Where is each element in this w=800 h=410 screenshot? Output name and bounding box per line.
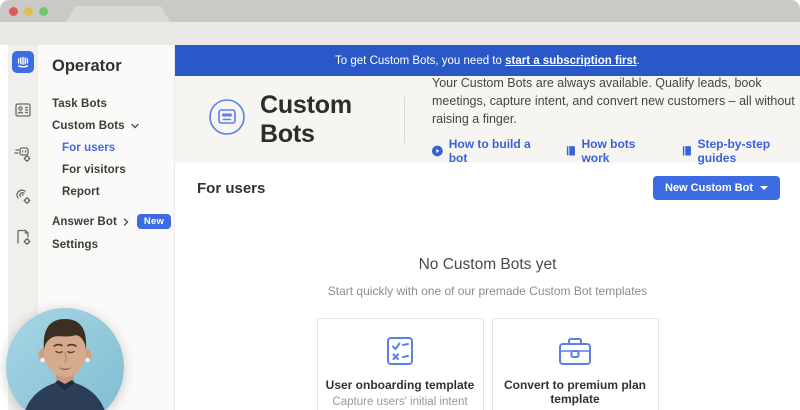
how-bots-work-link[interactable]: How bots work (566, 137, 658, 165)
start-subscription-link[interactable]: start a subscription first (505, 55, 637, 67)
screen: Operator Task Bots Custom Bots For users… (0, 0, 800, 410)
how-to-build-a-bot-link[interactable]: How to build a bot (432, 137, 542, 165)
browser-tab[interactable] (66, 6, 170, 22)
book-icon (682, 146, 691, 156)
page-title: Custom Bots (260, 90, 352, 148)
sidebar-item-settings[interactable]: Settings (38, 234, 174, 256)
task-bots-icon[interactable] (14, 145, 32, 163)
main-content: To get Custom Bots, you need to start a … (175, 45, 800, 410)
briefcase-icon (493, 332, 658, 370)
for-users-section-header: For users New Custom Bot (175, 163, 800, 200)
checklist-icon (318, 332, 483, 370)
step-by-step-guides-link[interactable]: Step-by-step guides (682, 137, 800, 165)
empty-state-subtitle: Start quickly with one of our premade Cu… (327, 284, 648, 298)
header-links: How to build a bot How bots work Step-by… (432, 137, 800, 165)
premium-plan-template-card[interactable]: Convert to premium plan template Drive u… (491, 318, 659, 410)
header-divider (404, 96, 405, 143)
sidebar-item-answer-bot[interactable]: Answer Bot New (38, 209, 174, 234)
browser-titlebar (0, 0, 800, 22)
chevron-down-icon (130, 123, 139, 129)
template-card-title: User onboarding template (325, 378, 475, 392)
custom-bots-header: Custom Bots Your Custom Bots are always … (175, 75, 800, 165)
sidebar-item-for-visitors[interactable]: For visitors (38, 159, 174, 181)
sidebar-item-task-bots[interactable]: Task Bots (38, 93, 174, 115)
subscription-banner: To get Custom Bots, you need to start a … (175, 45, 800, 76)
contacts-icon[interactable] (14, 101, 32, 119)
section-title: For users (197, 179, 266, 197)
saved-content-icon[interactable] (14, 228, 32, 246)
browser-toolbar (0, 22, 800, 45)
custom-bots-icon (208, 98, 246, 141)
sidebar-item-for-users[interactable]: For users (38, 137, 174, 159)
sidebar-item-report[interactable]: Report (38, 181, 174, 203)
empty-state: No Custom Bots yet Start quickly with on… (175, 256, 800, 298)
new-badge: New (136, 214, 172, 229)
new-custom-bot-button[interactable]: New Custom Bot (653, 176, 780, 200)
zoom-window-button[interactable] (39, 7, 48, 16)
operator-icon[interactable] (14, 187, 32, 205)
window-controls (9, 7, 48, 16)
sidebar-item-custom-bots[interactable]: Custom Bots (38, 115, 174, 137)
close-window-button[interactable] (9, 7, 18, 16)
intercom-logo-icon[interactable] (12, 51, 34, 73)
template-cards: User onboarding template Capture users' … (175, 318, 800, 410)
minimize-window-button[interactable] (24, 7, 33, 16)
sidebar-nav: Task Bots Custom Bots For users For visi… (38, 93, 174, 256)
play-circle-icon (432, 145, 443, 157)
banner-text-end: . (636, 54, 640, 67)
header-description: Your Custom Bots are always available. Q… (432, 75, 795, 127)
sidebar-title: Operator (52, 57, 122, 75)
chevron-right-icon (123, 217, 129, 226)
caret-down-icon (760, 186, 768, 190)
user-onboarding-template-card[interactable]: User onboarding template Capture users' … (316, 318, 484, 410)
book-icon (566, 146, 575, 156)
banner-text: To get Custom Bots, you need to (335, 54, 506, 67)
template-card-title: Convert to premium plan template (503, 378, 646, 406)
empty-state-title: No Custom Bots yet (418, 256, 557, 273)
template-card-description: Capture users' initial intent and guide … (332, 396, 468, 408)
